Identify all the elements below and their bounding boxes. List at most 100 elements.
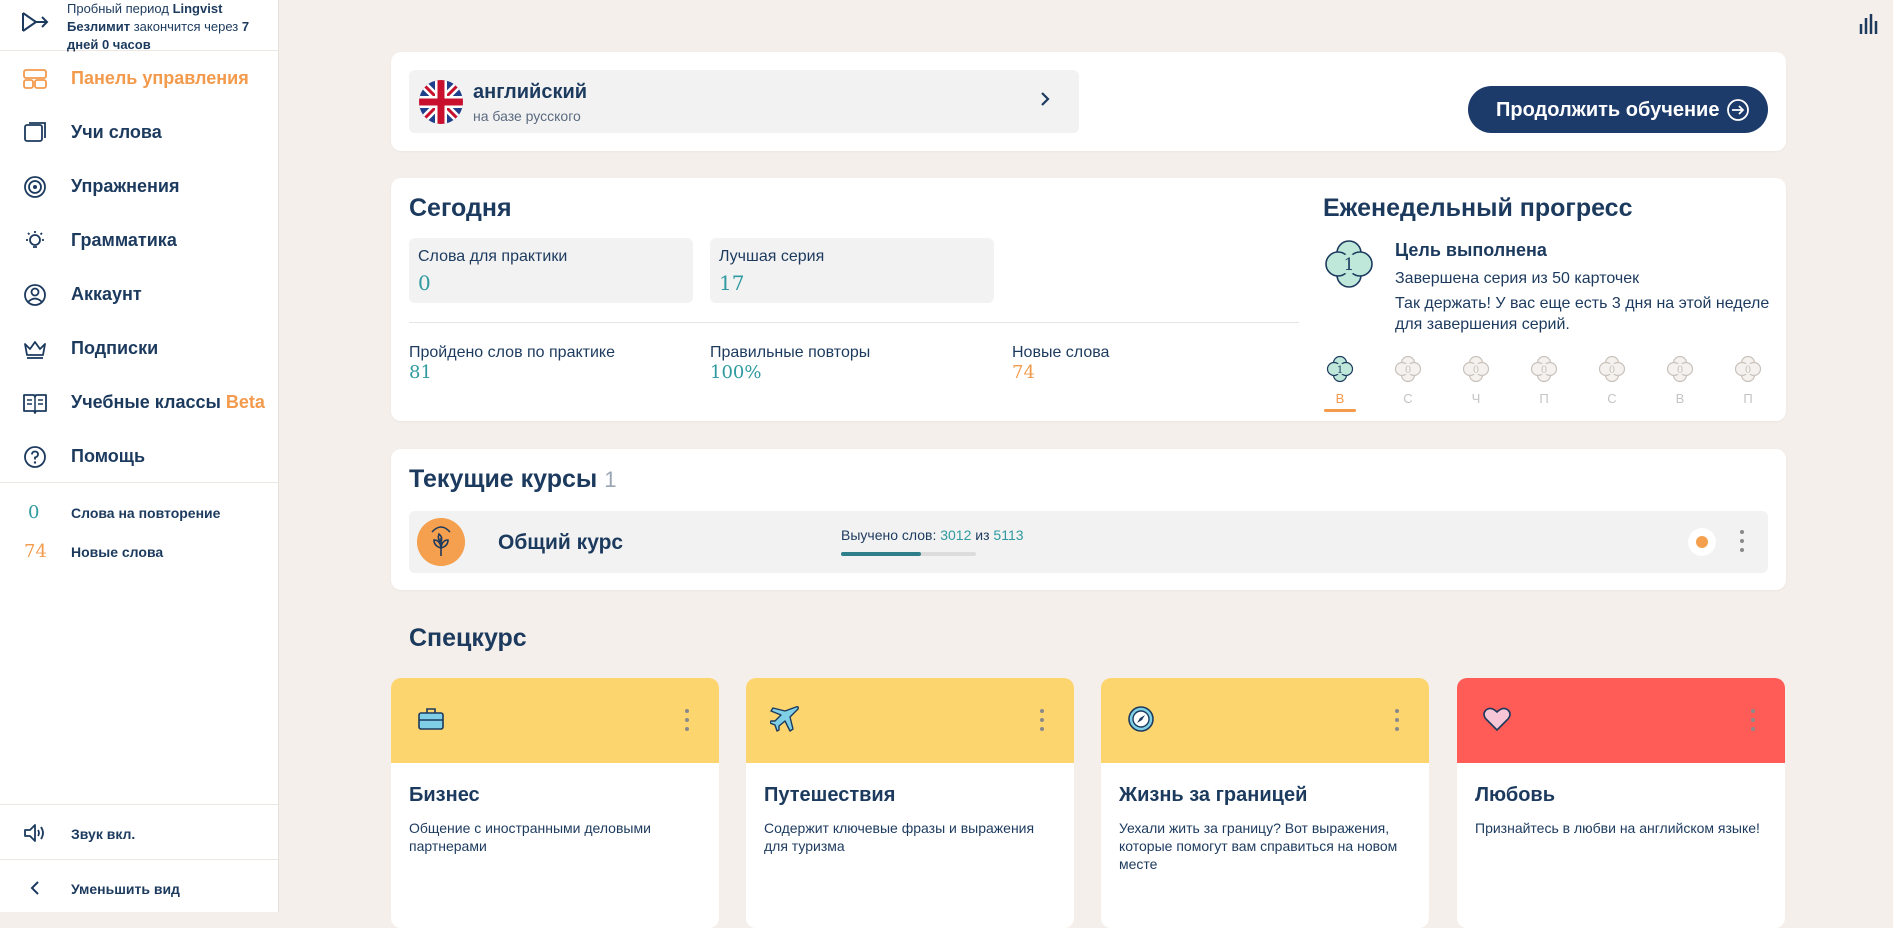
sidebar-item-help[interactable]: Помощь: [0, 434, 278, 480]
current-courses-title: Текущие курсы 1: [409, 465, 617, 493]
best-streak-tile: Лучшая серия 17: [710, 238, 994, 303]
review-count: 0: [28, 502, 40, 523]
sidebar-item-label: Упражнения: [71, 176, 180, 196]
sound-toggle[interactable]: Звук вкл.: [0, 813, 278, 853]
collapse-sidebar-button[interactable]: Уменьшить вид: [0, 868, 278, 908]
special-course-card[interactable]: Любовь Признайтесь в любви на английском …: [1457, 678, 1785, 928]
week-day-4: 0П: [1527, 355, 1561, 415]
card-menu-icon[interactable]: [1750, 709, 1756, 733]
chevron-left-icon: [30, 881, 39, 895]
airplane-icon: [770, 706, 799, 732]
language-name: английский: [473, 81, 588, 103]
sidebar-item-grammar[interactable]: Грамматика: [0, 218, 278, 264]
dashboard-icon: [23, 69, 47, 89]
special-course-card[interactable]: Бизнес Общение с иностранными деловыми па…: [391, 678, 719, 928]
briefcase-icon: [418, 708, 444, 730]
card-menu-icon[interactable]: [1039, 709, 1045, 733]
card-menu-icon[interactable]: [1394, 709, 1400, 733]
sidebar-divider: [0, 804, 278, 805]
today-card: Сегодня Слова для практики 0 Лучшая сери…: [391, 178, 1786, 421]
sidebar-item-label: Учи слова: [71, 122, 162, 142]
tile-value: 17: [719, 271, 745, 295]
practice-words-tile: Слова для практики 0: [409, 238, 693, 303]
clover-badge-icon: 1: [1326, 355, 1354, 383]
card-title: Путешествия: [764, 784, 896, 806]
sidebar-item-account[interactable]: Аккаунт: [0, 272, 278, 318]
sidebar-item-label: Учебные классы Beta: [71, 392, 265, 412]
account-icon: [24, 284, 46, 306]
compass-icon: [1128, 706, 1154, 732]
today-title: Сегодня: [409, 194, 512, 222]
clover-badge-icon: 0: [1666, 355, 1694, 383]
day-label: В: [1675, 391, 1685, 406]
day-value: 0: [1405, 365, 1411, 376]
sidebar-item-classrooms[interactable]: Учебные классы Beta: [0, 380, 278, 426]
day-label: С: [1607, 391, 1617, 406]
book-icon: [23, 394, 47, 414]
weekly-title: Еженедельный прогресс: [1323, 194, 1633, 222]
day-value: 1: [1337, 365, 1343, 376]
special-course-card[interactable]: Жизнь за границей Уехали жить за границу?…: [1101, 678, 1429, 928]
clover-badge-icon: 0: [1530, 355, 1558, 383]
card-header: [391, 678, 719, 763]
day-label: П: [1539, 391, 1549, 406]
statistics-icon[interactable]: [1858, 12, 1882, 36]
courses-count: 1: [604, 467, 617, 492]
beta-badge: Beta: [225, 392, 265, 412]
sprout-icon: [417, 518, 465, 566]
language-selector[interactable]: английский на базе русского: [409, 70, 1079, 133]
goal-badge-icon: 1: [1325, 240, 1373, 288]
sidebar-item-label: Подписки: [71, 338, 159, 358]
course-status-dot[interactable]: [1688, 528, 1716, 556]
special-course-card[interactable]: Путешествия Содержит ключевые фразы и выр…: [746, 678, 1074, 928]
chevron-right-icon: [1041, 92, 1050, 106]
language-card: английский на базе русского Продолжить о…: [391, 52, 1786, 151]
divider: [409, 322, 1299, 323]
course-name: Общий курс: [498, 531, 624, 554]
sidebar-item-subscriptions[interactable]: Подписки: [0, 326, 278, 372]
week-day-5: 0С: [1595, 355, 1629, 415]
day-label: Ч: [1471, 391, 1481, 406]
stat-label: Правильные повторы: [710, 344, 871, 361]
tile-label: Лучшая серия: [719, 248, 825, 265]
lingvist-logo-icon: [22, 12, 49, 32]
sidebar-divider: [0, 859, 278, 860]
arrow-right-circle-icon: [1727, 99, 1749, 121]
course-row-general[interactable]: Общий курс Выучено слов: 3012 из 5113: [409, 511, 1768, 573]
week-day-6: 0В: [1663, 355, 1697, 415]
week-day-1: 1В: [1323, 355, 1357, 415]
sidebar-item-dashboard[interactable]: Панель управления: [0, 56, 278, 102]
tile-label: Слова для практики: [418, 248, 568, 265]
card-description: Признайтесь в любви на английском языке!: [1475, 820, 1760, 836]
card-header: [746, 678, 1074, 763]
continue-learning-button[interactable]: Продолжить обучение: [1468, 86, 1768, 133]
clover-badge-icon: 0: [1462, 355, 1490, 383]
card-title: Бизнес: [409, 784, 480, 806]
heart-icon: [1483, 707, 1511, 731]
collapse-label: Уменьшить вид: [71, 881, 180, 897]
day-label: С: [1403, 391, 1413, 406]
stat-value: 74: [1012, 362, 1035, 383]
language-base: на базе русского: [473, 108, 581, 124]
sidebar-stat-review[interactable]: 0 Слова на повторение: [0, 500, 278, 526]
stat-value: 100%: [710, 362, 762, 383]
day-value: 0: [1609, 365, 1615, 376]
cards-icon: [24, 122, 46, 142]
stat-value: 81: [409, 362, 432, 383]
crown-icon: [24, 341, 46, 359]
course-menu-icon[interactable]: [1739, 530, 1745, 554]
card-description: Общение с иностранными деловыми партнера…: [409, 820, 651, 854]
sidebar-item-learn-words[interactable]: Учи слова: [0, 110, 278, 156]
goal-text: Так держать! У вас еще есть 3 дня на это…: [1395, 295, 1770, 333]
sidebar-item-exercises[interactable]: Упражнения: [0, 164, 278, 210]
clover-badge-icon: 0: [1394, 355, 1422, 383]
sidebar-stat-new-words[interactable]: 74 Новые слова: [0, 539, 278, 565]
card-menu-icon[interactable]: [684, 709, 690, 733]
special-courses-title: Спецкурс: [409, 624, 527, 652]
sidebar-item-label: Помощь: [71, 446, 146, 466]
trial-banner[interactable]: Пробный период Lingvist Безлимит закончи…: [0, 0, 278, 52]
day-value: 0: [1541, 365, 1547, 376]
goal-badge-number: 1: [1344, 255, 1355, 275]
sidebar: Пробный период Lingvist Безлимит закончи…: [0, 0, 279, 912]
clover-badge-icon: 0: [1598, 355, 1626, 383]
